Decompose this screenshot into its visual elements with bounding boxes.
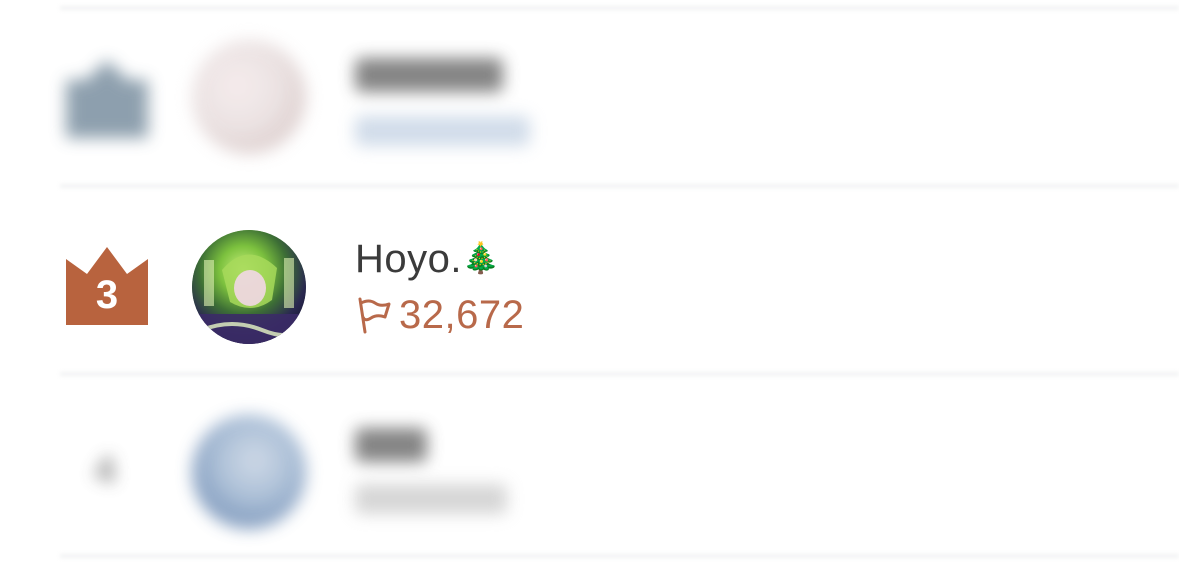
avatar[interactable] [192,230,306,344]
avatar-image [192,230,306,344]
rank-badge-2 [66,60,148,138]
score-value: 32,672 [399,292,525,337]
username [355,428,427,462]
divider [60,372,1179,376]
score: 32,672 [355,293,524,337]
crown-icon [66,60,148,138]
avatar[interactable] [192,415,306,529]
divider [60,184,1179,188]
leaderboard-row-rank-3[interactable]: 3 Hoyo.🎄 32,672 [0,195,1179,375]
username: Hoyo.🎄 [355,237,500,281]
rank-number: 3 [95,273,119,317]
leaderboard-row-rank-2[interactable] [0,20,1179,185]
rank-badge-3: 3 [66,247,148,325]
divider [60,6,1179,10]
divider [60,554,1179,558]
score [355,484,507,514]
leaderboard-row-rank-4[interactable]: 4 [0,380,1179,550]
christmas-tree-icon: 🎄 [462,242,500,275]
rank-number: 4 [94,450,116,492]
username [355,58,503,92]
score [355,116,530,146]
avatar[interactable] [192,40,306,154]
leaderboard-list: 3 Hoyo.🎄 32,672 4 [0,0,1179,570]
flag-icon [358,297,391,334]
